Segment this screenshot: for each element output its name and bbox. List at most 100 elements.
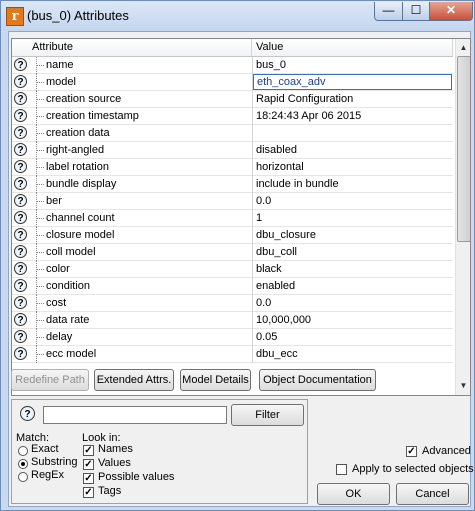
grid-scrollbar[interactable]: ▲ ▼: [455, 39, 470, 395]
attribute-help-icon[interactable]: ?: [14, 279, 27, 292]
attribute-row[interactable]: ? delay 0.05: [12, 329, 453, 346]
title-bar[interactable]: r (bus_0) Attributes — ☐ ✕: [1, 1, 474, 31]
attribute-row[interactable]: ? closure model dbu_closure: [12, 227, 453, 244]
attribute-name: delay: [46, 331, 73, 343]
attribute-value[interactable]: 1: [253, 210, 452, 226]
attribute-value[interactable]: include in bundle: [253, 176, 452, 192]
look-in-names-checkbox[interactable]: ✓: [83, 445, 94, 456]
search-input[interactable]: [43, 406, 227, 424]
attribute-value[interactable]: 0.0: [253, 295, 452, 311]
attribute-help-icon[interactable]: ?: [14, 92, 27, 105]
attribute-row[interactable]: ? channel count 1: [12, 210, 453, 227]
search-help-icon[interactable]: ?: [20, 406, 35, 421]
match-regex-label[interactable]: RegEx: [31, 469, 64, 481]
close-button[interactable]: ✕: [429, 2, 473, 21]
match-exact-radio[interactable]: [18, 446, 28, 456]
attribute-help-icon[interactable]: ?: [14, 160, 27, 173]
look-in-tags-checkbox[interactable]: ✓: [83, 487, 94, 498]
look-in-values-label[interactable]: Values: [98, 457, 131, 469]
attribute-row[interactable]: ? model eth_coax_adv: [12, 74, 453, 91]
attribute-row[interactable]: ? data rate 10,000,000: [12, 312, 453, 329]
attribute-value[interactable]: black: [253, 261, 452, 277]
maximize-button[interactable]: ☐: [402, 2, 430, 21]
attribute-value[interactable]: dbu_ecc: [253, 346, 452, 362]
app-icon: r: [6, 7, 24, 26]
attribute-row[interactable]: ? color black: [12, 261, 453, 278]
attribute-value[interactable]: horizontal: [253, 159, 452, 175]
attribute-value[interactable]: disabled: [253, 142, 452, 158]
minimize-button[interactable]: —: [374, 2, 403, 21]
attribute-row[interactable]: ? ecc model dbu_ecc: [12, 346, 453, 363]
attribute-help-icon[interactable]: ?: [14, 313, 27, 326]
attribute-value[interactable]: [253, 125, 452, 141]
attribute-name: coll model: [46, 246, 96, 258]
attribute-help-icon[interactable]: ?: [14, 347, 27, 360]
attribute-help-icon[interactable]: ?: [14, 126, 27, 139]
tree-connector: [36, 329, 45, 346]
attribute-help-icon[interactable]: ?: [14, 228, 27, 241]
attribute-value[interactable]: 0.0: [253, 193, 452, 209]
attribute-help-icon[interactable]: ?: [14, 245, 27, 258]
attribute-help-icon[interactable]: ?: [14, 75, 27, 88]
match-regex-radio[interactable]: [18, 472, 28, 482]
tree-connector: [36, 346, 45, 363]
tree-connector: [36, 312, 45, 329]
attribute-value[interactable]: dbu_closure: [253, 227, 452, 243]
look-in-names-label[interactable]: Names: [98, 443, 133, 455]
attribute-row[interactable]: ? cost 0.0: [12, 295, 453, 312]
cancel-button[interactable]: Cancel: [396, 483, 469, 505]
attribute-help-icon[interactable]: ?: [14, 194, 27, 207]
extended-attrs-button[interactable]: Extended Attrs.: [94, 369, 174, 391]
attribute-help-icon[interactable]: ?: [14, 177, 27, 190]
look-in-possible-values-label[interactable]: Possible values: [98, 471, 174, 483]
attributes-dialog: r (bus_0) Attributes — ☐ ✕ Attribute Val…: [0, 0, 475, 511]
attribute-row[interactable]: ? creation data: [12, 125, 453, 142]
attribute-row[interactable]: ? label rotation horizontal: [12, 159, 453, 176]
attribute-name: creation timestamp: [46, 110, 139, 122]
attribute-help-icon[interactable]: ?: [14, 211, 27, 224]
attribute-help-icon[interactable]: ?: [14, 330, 27, 343]
attribute-help-icon[interactable]: ?: [14, 109, 27, 122]
match-substring-label[interactable]: Substring: [31, 456, 77, 468]
look-in-tags-label[interactable]: Tags: [98, 485, 121, 497]
attribute-name: bundle display: [46, 178, 117, 190]
look-in-possible-values-checkbox[interactable]: ✓: [83, 473, 94, 484]
attribute-row[interactable]: ? condition enabled: [12, 278, 453, 295]
attribute-row[interactable]: ? creation timestamp 18:24:43 Apr 06 2015: [12, 108, 453, 125]
advanced-label[interactable]: Advanced: [422, 445, 471, 457]
filter-button[interactable]: Filter: [231, 404, 304, 426]
match-exact-label[interactable]: Exact: [31, 443, 59, 455]
scrollbar-thumb[interactable]: [457, 56, 470, 242]
attribute-value[interactable]: 18:24:43 Apr 06 2015: [253, 108, 452, 124]
column-header-value[interactable]: Value: [252, 39, 453, 56]
advanced-checkbox[interactable]: ✓: [406, 446, 417, 457]
apply-to-selected-label[interactable]: Apply to selected objects: [352, 463, 474, 475]
attribute-value[interactable]: enabled: [253, 278, 452, 294]
match-substring-radio[interactable]: [18, 459, 28, 469]
attribute-row[interactable]: ? name bus_0: [12, 57, 453, 74]
attribute-row[interactable]: ? bundle display include in bundle: [12, 176, 453, 193]
attribute-row[interactable]: ? ber 0.0: [12, 193, 453, 210]
scroll-down-arrow-icon[interactable]: ▼: [456, 378, 470, 393]
attribute-value[interactable]: bus_0: [253, 57, 452, 73]
model-details-button[interactable]: Model Details: [180, 369, 251, 391]
apply-to-selected-checkbox[interactable]: [336, 464, 347, 475]
attribute-help-icon[interactable]: ?: [14, 143, 27, 156]
scroll-up-arrow-icon[interactable]: ▲: [456, 40, 470, 55]
attribute-value[interactable]: dbu_coll: [253, 244, 452, 260]
attribute-row[interactable]: ? creation source Rapid Configuration: [12, 91, 453, 108]
ok-button[interactable]: OK: [317, 483, 390, 505]
attribute-value[interactable]: 10,000,000: [253, 312, 452, 328]
attribute-value-editor[interactable]: eth_coax_adv: [253, 74, 452, 90]
attribute-value[interactable]: 0.05: [253, 329, 452, 345]
attribute-help-icon[interactable]: ?: [14, 262, 27, 275]
look-in-values-checkbox[interactable]: ✓: [83, 459, 94, 470]
attribute-help-icon[interactable]: ?: [14, 58, 27, 71]
redefine-path-button[interactable]: Redefine Path: [11, 369, 89, 391]
object-documentation-button[interactable]: Object Documentation: [259, 369, 376, 391]
attribute-help-icon[interactable]: ?: [14, 296, 27, 309]
attribute-row[interactable]: ? coll model dbu_coll: [12, 244, 453, 261]
attribute-row[interactable]: ? right-angled disabled: [12, 142, 453, 159]
attribute-value[interactable]: Rapid Configuration: [253, 91, 452, 107]
column-header-attribute[interactable]: Attribute: [28, 39, 252, 56]
